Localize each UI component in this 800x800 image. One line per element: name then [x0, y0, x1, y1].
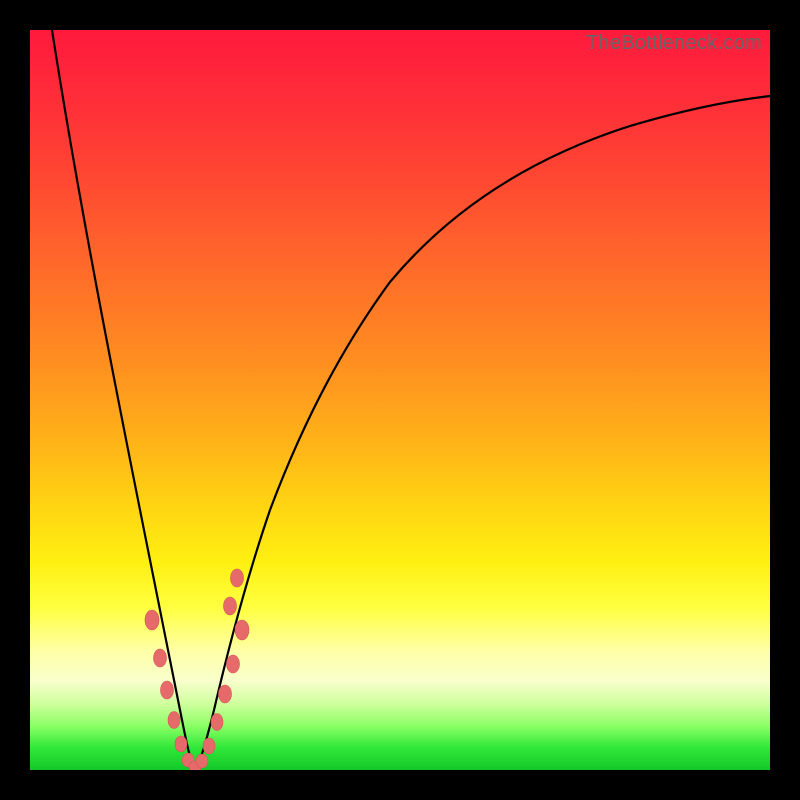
chart-frame: TheBottleneck.com [0, 0, 800, 800]
bead-marker [219, 685, 232, 703]
bead-marker [203, 738, 215, 754]
bead-marker [224, 597, 237, 615]
bead-marker [168, 712, 180, 729]
bead-cluster [145, 569, 249, 770]
bead-marker [227, 655, 240, 673]
plot-area: TheBottleneck.com [30, 30, 770, 770]
bead-marker [154, 649, 167, 667]
bead-marker [161, 681, 174, 699]
bead-marker [235, 620, 249, 640]
bead-marker [175, 736, 187, 752]
bead-marker [196, 754, 208, 768]
bead-marker [231, 569, 244, 587]
bottleneck-curve [30, 30, 770, 770]
bead-marker [145, 610, 159, 630]
bead-marker [211, 714, 223, 731]
